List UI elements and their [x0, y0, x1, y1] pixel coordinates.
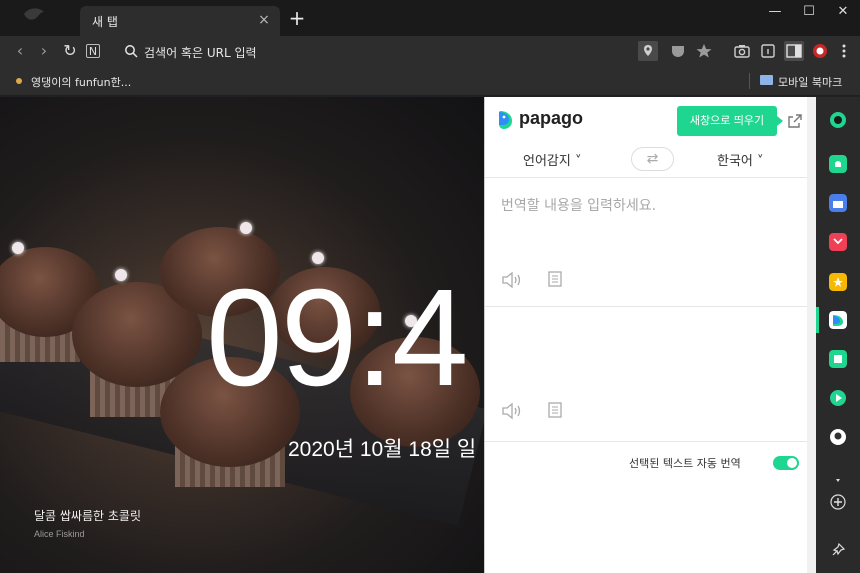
- flower-decoration: [240, 222, 252, 234]
- browser-window: 새 탭 × + — ☐ ✕ ‹ › ↻ N 검색어 혹은 URL 입력 영댕이의…: [0, 0, 860, 573]
- copy-icon[interactable]: [547, 271, 565, 289]
- folder-icon: [760, 75, 773, 85]
- source-input-placeholder[interactable]: 번역할 내용을 입력하세요.: [501, 195, 656, 215]
- open-new-window-button[interactable]: 새창으로 띄우기: [677, 106, 783, 136]
- source-text-area[interactable]: 번역할 내용을 입력하세요.: [485, 179, 817, 307]
- maximize-button[interactable]: ☐: [792, 0, 826, 24]
- pocket-icon[interactable]: [829, 233, 847, 251]
- back-button[interactable]: ‹: [10, 41, 30, 61]
- right-sidebar: [816, 97, 860, 573]
- address-input[interactable]: 검색어 혹은 URL 입력: [144, 44, 257, 61]
- location-icon[interactable]: [638, 41, 658, 61]
- note-icon[interactable]: [829, 350, 847, 368]
- tab-new[interactable]: 새 탭 ×: [80, 6, 280, 36]
- bookmark-item[interactable]: 영댕이의 funfun한...: [31, 74, 131, 90]
- search-icon: [125, 45, 138, 58]
- target-text-area: [485, 308, 817, 442]
- bookmark-separator: [749, 73, 750, 89]
- naver-home-button[interactable]: N: [86, 44, 100, 58]
- sidebar-active-indicator: [816, 307, 819, 333]
- external-link-icon[interactable]: [787, 113, 803, 129]
- language-selector-row: 언어감지 ˅ ⇄ 한국어 ˅: [485, 142, 817, 178]
- speaker-icon[interactable]: [501, 271, 523, 289]
- camera-icon[interactable]: [732, 41, 752, 61]
- clock: 09:4: [206, 261, 469, 415]
- star-icon[interactable]: [829, 273, 847, 291]
- photo-credit[interactable]: Alice Fiskind: [34, 529, 85, 539]
- date-label: 2020년 10월 18일 일: [288, 438, 477, 461]
- photo-title[interactable]: 달콤 쌉싸름한 초콜릿: [34, 507, 141, 524]
- briefcase-icon[interactable]: [829, 194, 847, 212]
- target-language-select[interactable]: 한국어 ˅: [717, 150, 764, 169]
- menu-icon[interactable]: [834, 41, 854, 61]
- pin-icon[interactable]: [829, 541, 847, 559]
- extension-icon[interactable]: [810, 41, 830, 61]
- tab-close-icon[interactable]: ×: [256, 12, 272, 28]
- papago-title: papago: [519, 108, 584, 128]
- play-icon[interactable]: [829, 389, 847, 407]
- info-icon[interactable]: [758, 41, 778, 61]
- bookmarks-bar: 영댕이의 funfun한... 모바일 북마크: [0, 66, 860, 96]
- toolbar: ‹ › ↻ N 검색어 혹은 URL 입력: [0, 36, 860, 66]
- address-bar[interactable]: 검색어 혹은 URL 입력: [116, 39, 636, 63]
- tab-strip: 새 탭 × + — ☐ ✕: [0, 0, 860, 36]
- tab-title: 새 탭: [92, 15, 118, 29]
- star-icon[interactable]: [694, 41, 714, 61]
- window-controls: — ☐ ✕: [758, 0, 860, 24]
- chevron-down-icon[interactable]: [829, 471, 847, 489]
- papago-logo-icon: [499, 111, 512, 129]
- swap-languages-button[interactable]: ⇄: [631, 147, 674, 171]
- flower-decoration: [115, 269, 127, 281]
- reload-button[interactable]: ↻: [60, 41, 80, 61]
- papago-icon[interactable]: [829, 311, 847, 329]
- mobile-bookmarks-folder[interactable]: 모바일 북마크: [778, 74, 842, 90]
- panel-scrollbar[interactable]: [807, 97, 816, 573]
- close-window-button[interactable]: ✕: [826, 0, 860, 24]
- toggle-knob: [787, 458, 797, 468]
- auto-translate-row: 선택된 텍스트 자동 번역: [485, 443, 817, 483]
- new-tab-page: 09:4 2020년 10월 18일 일 달콤 쌉싸름한 초콜릿 Alice F…: [0, 97, 484, 573]
- github-icon[interactable]: [829, 428, 847, 446]
- sidebar-toggle-icon[interactable]: [784, 41, 804, 61]
- forward-button[interactable]: ›: [34, 41, 54, 61]
- copy-icon[interactable]: [547, 402, 565, 420]
- source-language-select[interactable]: 언어감지 ˅: [523, 150, 581, 169]
- whale-logo-icon: [24, 8, 44, 20]
- flower-decoration: [12, 242, 24, 254]
- minimize-button[interactable]: —: [758, 0, 792, 24]
- alarm-icon[interactable]: [829, 155, 847, 173]
- bookmark-favicon-icon: [16, 78, 22, 84]
- new-tab-button[interactable]: +: [288, 8, 306, 28]
- add-icon[interactable]: [829, 493, 847, 511]
- auto-translate-toggle[interactable]: [773, 456, 799, 470]
- whale-icon[interactable]: [829, 111, 847, 129]
- papago-panel: papago 새창으로 띄우기 언어감지 ˅ ⇄ 한국어 ˅ 번역할 내용을 입…: [484, 97, 817, 573]
- pocket-icon[interactable]: [668, 41, 688, 61]
- auto-translate-label: 선택된 텍스트 자동 번역: [629, 457, 741, 470]
- speaker-icon[interactable]: [501, 402, 523, 420]
